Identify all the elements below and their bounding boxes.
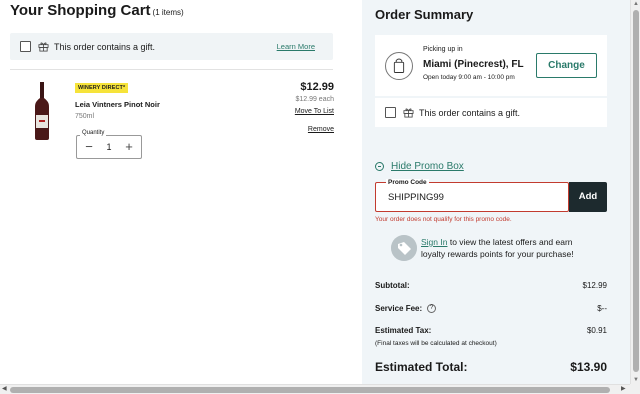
change-store-button[interactable]: Change — [536, 53, 597, 78]
cart-panel: Your Shopping Cart (1 items) This order c… — [0, 0, 362, 384]
tax-note: (Final taxes will be calculated at check… — [375, 340, 497, 347]
subtotal-row: Subtotal: $12.99 — [375, 281, 607, 290]
info-icon[interactable]: ? — [427, 304, 437, 314]
quantity-value[interactable]: 1 — [99, 142, 119, 152]
horizontal-scrollbar[interactable]: ◀ ▶ — [0, 384, 630, 394]
pickup-card: Picking up in Miami (Pinecrest), FL Open… — [375, 35, 607, 96]
gift-icon — [38, 42, 49, 52]
scroll-up-icon[interactable]: ▲ — [633, 0, 639, 8]
summary-gift-label: This order contains a gift. — [419, 107, 521, 118]
page: Your Shopping Cart (1 items) This order c… — [0, 0, 630, 384]
hide-promo-box-toggle[interactable]: Hide Promo Box — [375, 161, 464, 172]
scroll-right-icon[interactable]: ▶ — [621, 385, 626, 394]
product-size: 750ml — [75, 113, 95, 120]
minus-icon[interactable]: − — [81, 139, 97, 155]
gift-option-bar: This order contains a gift. Learn More — [10, 33, 333, 60]
winery-direct-badge: WINERY DIRECT* — [75, 83, 129, 93]
scroll-left-icon[interactable]: ◀ — [2, 385, 7, 394]
tag-icon — [391, 235, 417, 261]
summary-gift-checkbox[interactable] — [385, 107, 396, 118]
service-fee-row: Service Fee:? $-- — [375, 304, 607, 314]
gift-checkbox[interactable] — [20, 41, 31, 52]
subtotal-value: $12.99 — [582, 281, 607, 290]
service-fee-value: $-- — [597, 304, 607, 313]
promo-code-value: SHIPPING99 — [388, 192, 444, 203]
cart-title: Your Shopping Cart (1 items) — [10, 2, 184, 19]
shopping-bag-icon — [385, 52, 413, 80]
tax-row: Estimated Tax: $0.91 — [375, 326, 607, 335]
learn-more-link[interactable]: Learn More — [277, 42, 315, 51]
plus-icon[interactable]: + — [121, 139, 137, 155]
loyalty-text: Sign In to view the latest offers and ea… — [421, 236, 574, 260]
loyalty-text-line2: loyalty rewards points for your purchase… — [421, 249, 574, 259]
scrollbar-corner — [630, 384, 640, 394]
promo-code-label: Promo Code — [386, 179, 429, 186]
item-unit-price: $12.99 each — [295, 96, 334, 103]
scroll-down-icon[interactable]: ▼ — [633, 376, 639, 384]
tax-label: Estimated Tax: — [375, 326, 432, 335]
quantity-label: Quantity — [80, 130, 107, 136]
add-promo-button[interactable]: Add — [569, 182, 607, 212]
quantity-stepper: Quantity − 1 + — [76, 130, 142, 159]
cart-title-text: Your Shopping Cart — [10, 2, 151, 19]
collapse-circle-icon — [375, 162, 384, 171]
remove-link[interactable]: Remove — [308, 126, 334, 133]
total-label: Estimated Total: — [375, 360, 468, 374]
pickup-hours: Open today 9:00 am - 10:00 pm — [423, 74, 515, 81]
order-summary-panel: Order Summary Picking up in Miami (Pinec… — [362, 0, 630, 384]
divider — [10, 69, 333, 70]
order-summary-title: Order Summary — [375, 7, 474, 22]
service-fee-label: Service Fee: — [375, 304, 423, 313]
loyalty-text-line1: to view the latest offers and earn — [447, 237, 573, 247]
pickup-city: Miami (Pinecrest), FL — [423, 59, 524, 70]
move-to-list-link[interactable]: Move To List — [295, 108, 334, 115]
gift-label: This order contains a gift. — [54, 41, 156, 52]
tax-value: $0.91 — [586, 326, 607, 335]
horizontal-scroll-thumb[interactable] — [10, 387, 610, 393]
product-name[interactable]: Leia Vintners Pinot Noir — [75, 100, 160, 109]
loyalty-prompt: Sign In to view the latest offers and ea… — [388, 234, 614, 264]
promo-code-input[interactable]: Promo Code SHIPPING99 — [375, 179, 569, 212]
pickup-label: Picking up in — [423, 46, 463, 53]
item-price: $12.99 — [300, 81, 334, 93]
hide-promo-box-label: Hide Promo Box — [391, 161, 464, 172]
gift-icon — [403, 108, 414, 118]
total-value: $13.90 — [570, 360, 607, 374]
vertical-scrollbar[interactable]: ▲ ▼ — [630, 0, 640, 384]
vertical-scroll-thumb[interactable] — [633, 10, 639, 372]
cart-item-count: (1 items) — [152, 8, 184, 17]
estimated-total-row: Estimated Total: $13.90 — [375, 360, 607, 374]
promo-error-message: Your order does not qualify for this pro… — [375, 216, 512, 223]
summary-gift-option: This order contains a gift. — [375, 98, 607, 127]
wine-bottle-icon[interactable] — [32, 82, 52, 140]
sign-in-link[interactable]: Sign In — [421, 237, 447, 247]
subtotal-label: Subtotal: — [375, 281, 410, 290]
